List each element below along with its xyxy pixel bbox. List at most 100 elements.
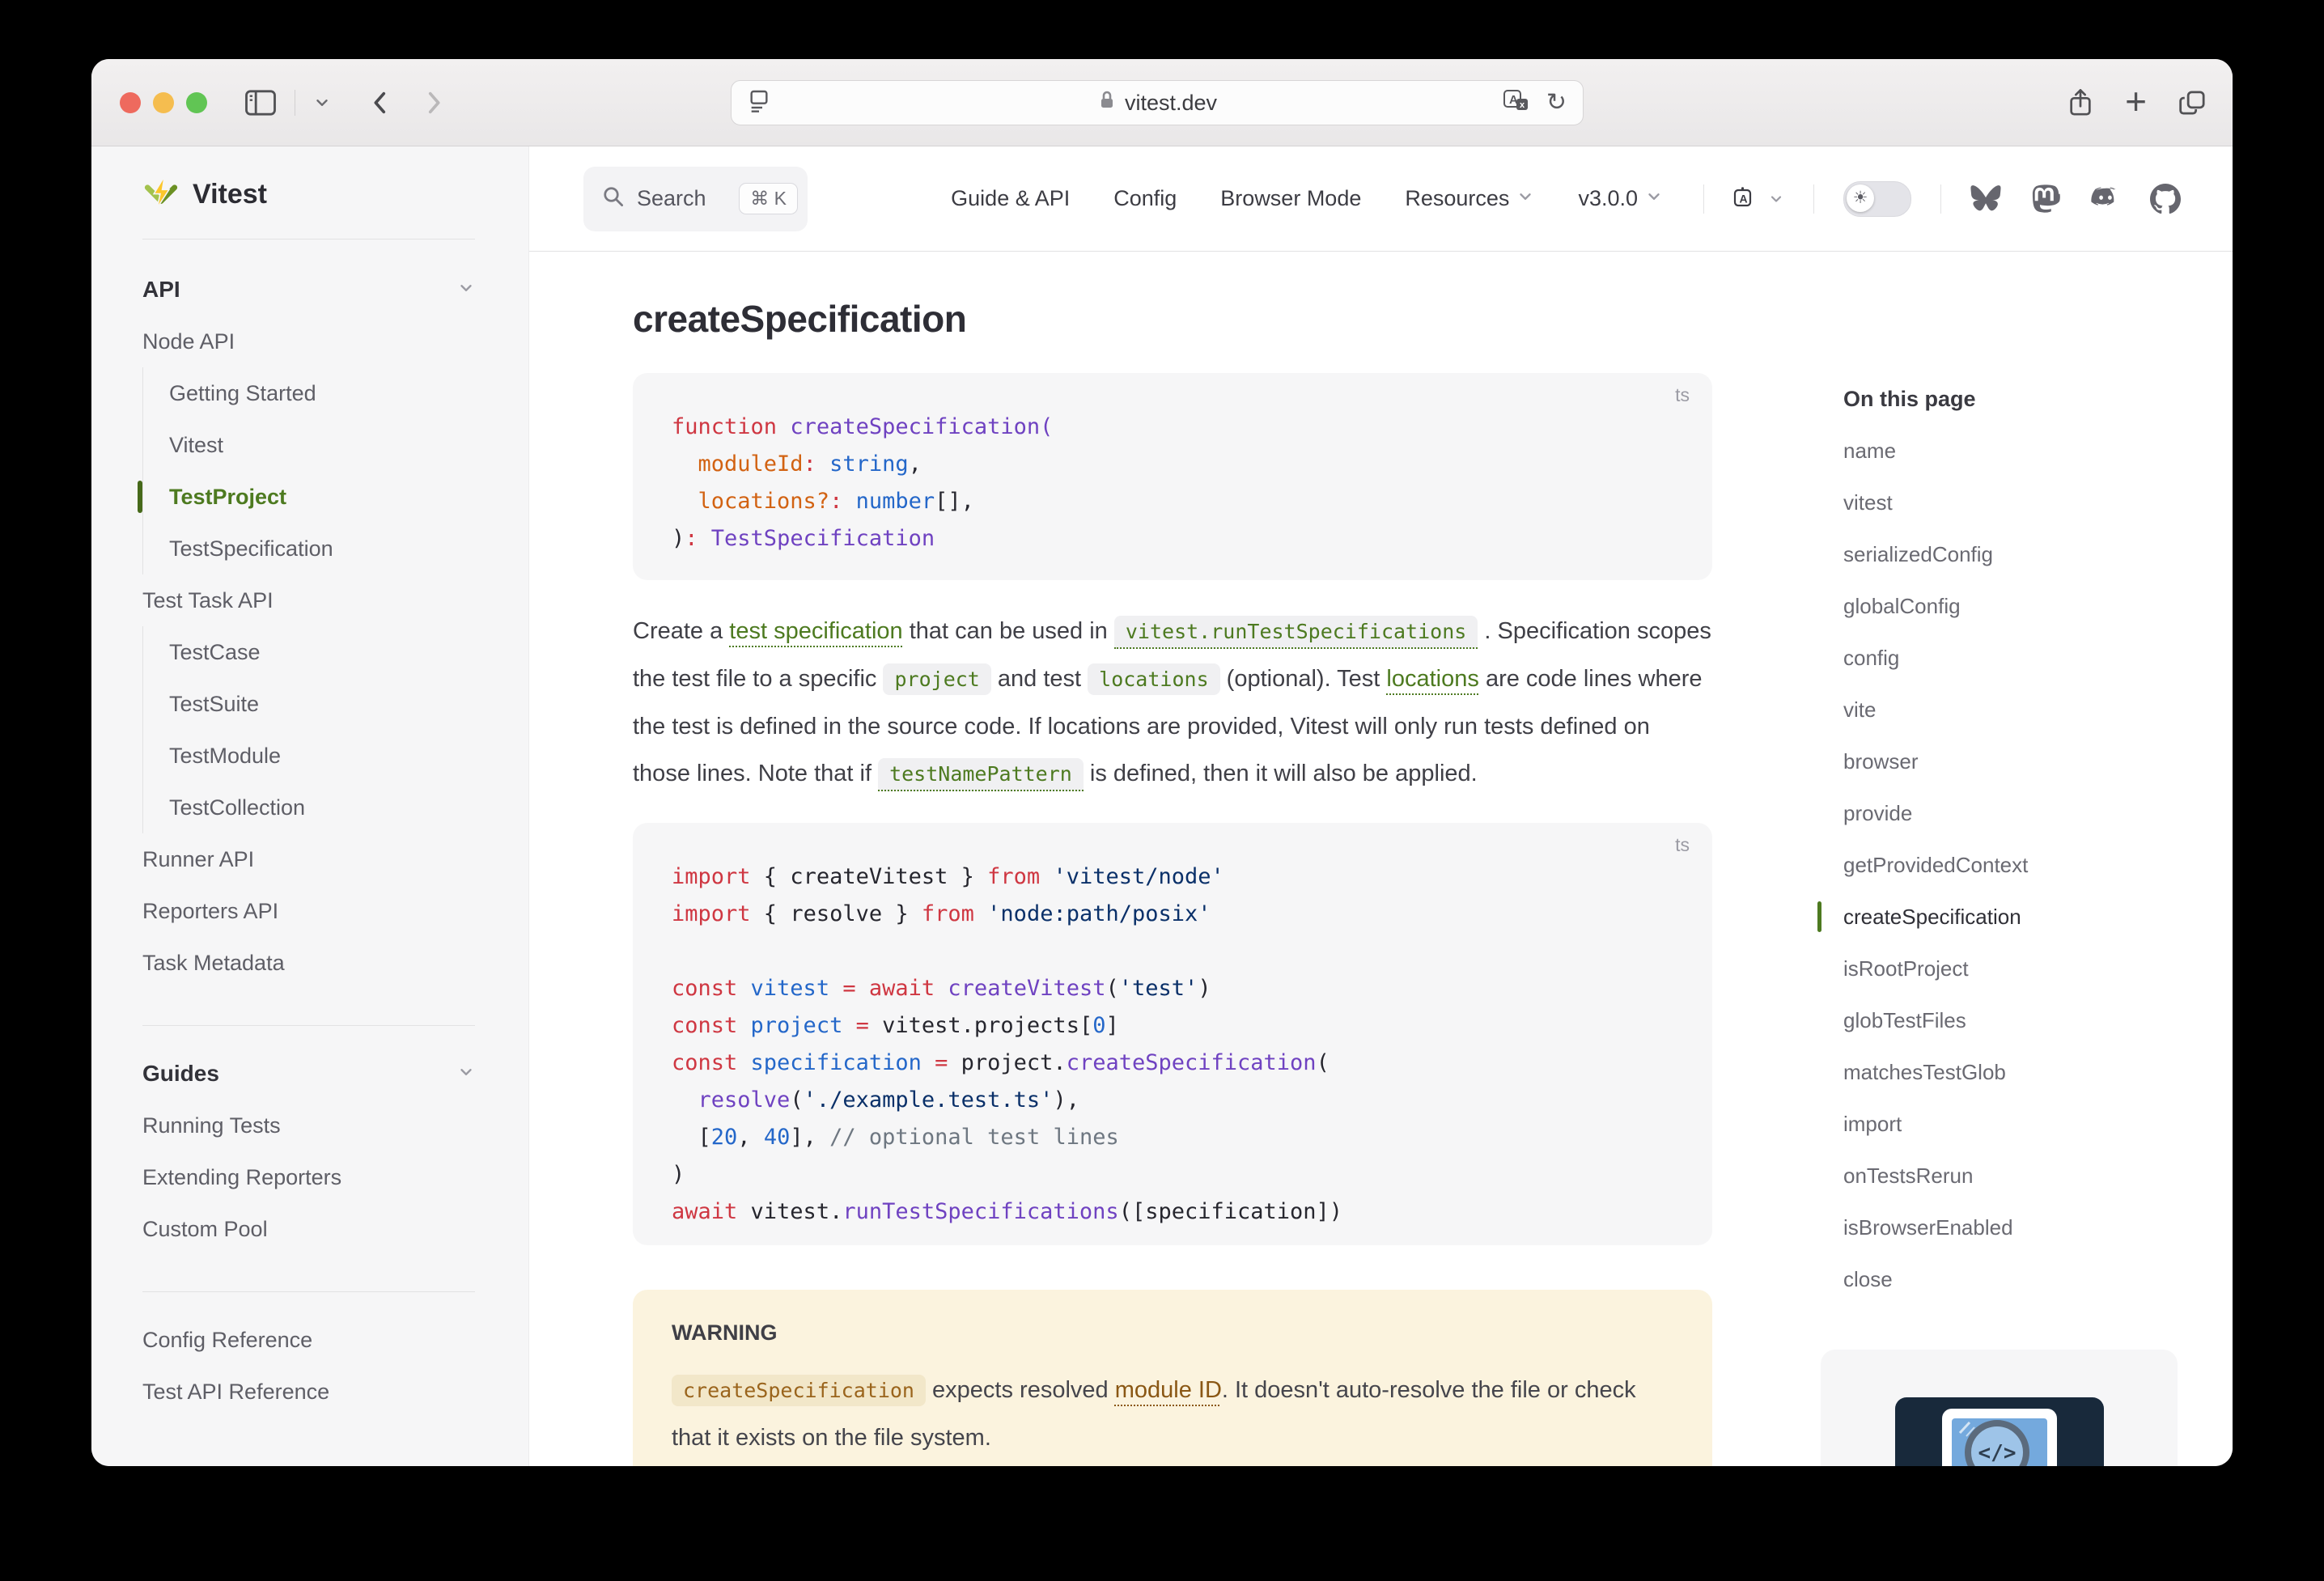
sidebar-item-test-api-reference[interactable]: Test API Reference [142, 1366, 475, 1418]
sidebar-item-testsuite[interactable]: TestSuite [169, 678, 475, 730]
nav-links: Guide & API Config Browser Mode Resources v3… [951, 186, 1663, 211]
bluesky-icon[interactable] [1970, 184, 2001, 214]
svg-text:</>: </> [1978, 1441, 2016, 1465]
site-header: Search ⌘ K Guide & API Config Browser Mode… [529, 146, 2233, 252]
url-text: vitest.dev [1125, 91, 1217, 116]
nav-menu-resources[interactable]: Resources [1405, 186, 1534, 211]
sun-icon: ☀ [1847, 184, 1874, 212]
search-icon [601, 184, 626, 213]
svg-text:A: A [1740, 192, 1748, 205]
warning-callout: WARNING createSpecification expects reso… [633, 1290, 1712, 1466]
desktop-background: vitest.dev A x ↻ [0, 0, 2324, 1581]
sidebar-item-vitest[interactable]: Vitest [169, 419, 475, 471]
reader-view-icon[interactable] [748, 88, 770, 118]
sidebar-item-task-metadata[interactable]: Task Metadata [142, 937, 475, 989]
minimize-window-button[interactable] [153, 92, 174, 113]
outline-item-globtestfiles[interactable]: globTestFiles [1843, 994, 2135, 1046]
back-button[interactable] [368, 89, 392, 117]
inline-link[interactable]: locations [1386, 666, 1478, 692]
lock-icon [1097, 90, 1117, 117]
chevron-down-icon [457, 1063, 475, 1085]
zoom-window-button[interactable] [186, 92, 207, 113]
inline-link[interactable]: test specification [729, 618, 902, 644]
theme-toggle[interactable]: ☀ [1843, 181, 1911, 217]
share-icon[interactable] [2067, 87, 2094, 119]
sidebar: Vitest APINode APIGetting StartedVitestT… [91, 146, 529, 1466]
nav-menu-v3-0-0[interactable]: v3.0.0 [1578, 186, 1663, 211]
window-controls [120, 92, 207, 113]
sidebar-section: APINode APIGetting StartedVitestTestProj… [142, 264, 475, 989]
sidebar-item-testcase[interactable]: TestCase [169, 626, 475, 678]
svg-text:x: x [1520, 100, 1525, 110]
warning-title: WARNING [672, 1320, 1673, 1346]
sidebar-item-testspecification[interactable]: TestSpecification [169, 523, 475, 574]
vitest-logo-icon [142, 174, 180, 215]
inline-code-link[interactable]: vitest.runTestSpecifications [1114, 616, 1478, 649]
outline-item-browser[interactable]: browser [1843, 735, 2135, 787]
outline-item-vitest[interactable]: vitest [1843, 477, 2135, 528]
outline-item-provide[interactable]: provide [1843, 787, 2135, 839]
site-logo[interactable]: Vitest [142, 171, 528, 218]
nav-link-guide-api[interactable]: Guide & API [951, 186, 1070, 211]
sidebar-group-api[interactable]: API [142, 264, 475, 316]
sidebar-item-testproject[interactable]: TestProject [169, 471, 475, 523]
outline-item-createspecification[interactable]: createSpecification [1843, 891, 2135, 943]
outline-title: On this page [1843, 384, 2135, 413]
site-title: Vitest [193, 179, 267, 210]
mastodon-icon[interactable] [2030, 184, 2061, 214]
reload-icon[interactable]: ↻ [1546, 91, 1567, 115]
outline-item-import[interactable]: import [1843, 1098, 2135, 1150]
sidebar-group-guides[interactable]: Guides [142, 1048, 475, 1100]
ad-card[interactable]: </> [1821, 1350, 2178, 1466]
nav-link-browser-mode[interactable]: Browser Mode [1220, 186, 1361, 211]
inline-code-link[interactable]: testNamePattern [878, 758, 1084, 791]
translate-icon[interactable]: A x [1503, 89, 1530, 117]
code-language-label: ts [1675, 834, 1690, 856]
forward-button[interactable] [422, 89, 446, 117]
inline-link[interactable]: module ID [1115, 1377, 1222, 1403]
outline-item-matchestestglob[interactable]: matchesTestGlob [1843, 1046, 2135, 1098]
sidebar-item-running-tests[interactable]: Running Tests [142, 1100, 475, 1151]
body-paragraph: Create a test specification that can be … [633, 608, 1712, 798]
outline-item-ontestsrerun[interactable]: onTestsRerun [1843, 1150, 2135, 1202]
sidebar-item-custom-pool[interactable]: Custom Pool [142, 1203, 475, 1255]
sidebar-menu-chevron-icon[interactable] [313, 94, 331, 112]
address-bar[interactable]: vitest.dev A x ↻ [731, 80, 1584, 125]
new-tab-icon[interactable]: + [2125, 83, 2147, 120]
sidebar-section: GuidesRunning TestsExtending ReportersCu… [142, 1048, 475, 1255]
github-icon[interactable] [2150, 184, 2181, 214]
outline-item-isbrowserenabled[interactable]: isBrowserEnabled [1843, 1202, 2135, 1253]
search-button[interactable]: Search ⌘ K [583, 167, 808, 231]
page-content: createSpecification ts function createSp… [529, 297, 2233, 1466]
nav-divider [1703, 184, 1704, 214]
sidebar-item-runner-api[interactable]: Runner API [142, 833, 475, 885]
outline-list: namevitestserializedConfigglobalConfigco… [1843, 425, 2135, 1305]
sidebar-item-config-reference[interactable]: Config Reference [142, 1314, 475, 1366]
sidebar-item-testcollection[interactable]: TestCollection [169, 782, 475, 833]
outline-item-name[interactable]: name [1843, 425, 2135, 477]
sidebar-item-reporters-api[interactable]: Reporters API [142, 885, 475, 937]
sidebar-item-node-api[interactable]: Node API [142, 316, 475, 367]
outline-item-vite[interactable]: vite [1843, 684, 2135, 735]
sidebar-toggle-icon[interactable] [244, 89, 277, 117]
sidebar-item-getting-started[interactable]: Getting Started [169, 367, 475, 419]
close-window-button[interactable] [120, 92, 141, 113]
code-inspection-illustration: </> [1895, 1397, 2104, 1466]
language-menu[interactable]: A [1733, 186, 1784, 212]
outline-item-getprovidedcontext[interactable]: getProvidedContext [1843, 839, 2135, 891]
code-block-example: ts import { createVitest } from 'vitest/… [633, 823, 1712, 1245]
browser-toolbar: vitest.dev A x ↻ [91, 59, 2233, 146]
warning-text: createSpecification expects resolved mod… [672, 1367, 1673, 1461]
sidebar-item-extending-reporters[interactable]: Extending Reporters [142, 1151, 475, 1203]
outline-item-close[interactable]: close [1843, 1253, 2135, 1305]
outline-item-isrootproject[interactable]: isRootProject [1843, 943, 2135, 994]
search-label: Search [637, 186, 706, 211]
outline-item-globalconfig[interactable]: globalConfig [1843, 580, 2135, 632]
outline-item-serializedconfig[interactable]: serializedConfig [1843, 528, 2135, 580]
sidebar-item-test-task-api[interactable]: Test Task API [142, 574, 475, 626]
sidebar-item-testmodule[interactable]: TestModule [169, 730, 475, 782]
discord-icon[interactable] [2090, 184, 2121, 214]
tab-overview-icon[interactable] [2178, 87, 2208, 118]
outline-item-config[interactable]: config [1843, 632, 2135, 684]
nav-link-config[interactable]: Config [1113, 186, 1177, 211]
